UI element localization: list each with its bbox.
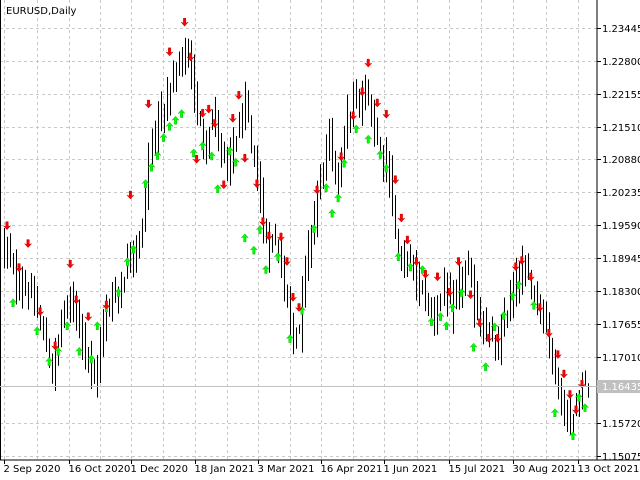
x-tick-label: 2 Sep 2020: [4, 464, 61, 475]
x-tick-label: 18 Jan 2021: [195, 464, 255, 475]
x-tick-label: 16 Apr 2021: [321, 464, 383, 475]
y-tick-label: 1.18300: [602, 287, 640, 298]
x-tick-label: 13 Oct 2021: [578, 464, 640, 475]
price-chart[interactable]: 1.23445 1.22800 1.22155 1.21510 1.20880 1.202…: [0, 0, 640, 480]
x-tick-label: 16 Oct 2020: [69, 464, 131, 475]
y-tick-label: 1.17010: [602, 353, 640, 364]
y-tick-label: 1.19590: [602, 221, 640, 232]
chart-background: [0, 0, 640, 480]
x-tick-label: 3 Mar 2021: [258, 464, 315, 475]
x-tick-label: 1 Dec 2020: [131, 464, 189, 475]
x-tick-label: 1 Jun 2021: [384, 464, 438, 475]
current-price-label: 1.16435: [602, 382, 640, 393]
symbol-title: EURUSD,Daily: [6, 6, 77, 17]
y-tick-label: 1.20880: [602, 155, 640, 166]
y-tick-label: 1.20235: [602, 188, 640, 199]
y-tick-label: 1.23445: [602, 24, 640, 35]
y-tick-label: 1.22800: [602, 57, 640, 68]
x-tick-label: 15 Jul 2021: [449, 464, 506, 475]
y-tick-label: 1.15720: [602, 419, 640, 430]
x-tick-label: 30 Aug 2021: [513, 464, 577, 475]
y-tick-label: 1.15075: [602, 452, 640, 463]
chart-window[interactable]: 1.23445 1.22800 1.22155 1.21510 1.20880 1.202…: [0, 0, 640, 480]
y-tick-label: 1.17655: [602, 320, 640, 331]
y-tick-label: 1.18945: [602, 254, 640, 265]
y-tick-label: 1.22155: [602, 90, 640, 101]
y-tick-label: 1.21510: [602, 123, 640, 134]
